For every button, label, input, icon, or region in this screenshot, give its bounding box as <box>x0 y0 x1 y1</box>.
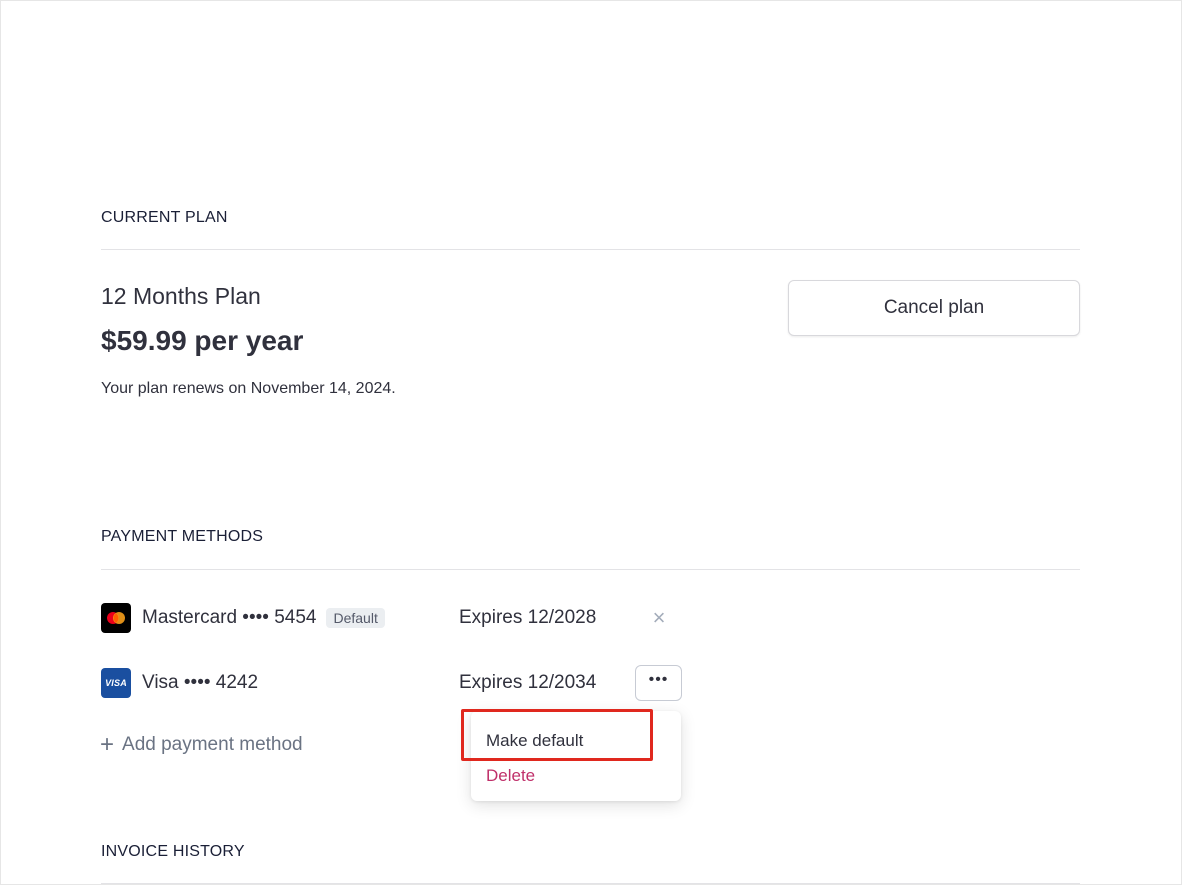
plus-icon: + <box>100 731 115 758</box>
make-default-menu-item[interactable]: Make default <box>486 731 583 751</box>
default-badge: Default <box>326 608 385 628</box>
invoice-history-heading: INVOICE HISTORY <box>101 843 245 860</box>
card-actions-menu: Make default Delete <box>471 711 681 801</box>
cancel-plan-button[interactable]: Cancel plan <box>788 280 1080 336</box>
card-expiry: Expires 12/2034 <box>459 672 597 693</box>
add-payment-method-label: Add payment method <box>122 734 303 755</box>
payment-method-row: VISA Visa •••• 4242 <box>101 668 258 698</box>
payment-methods-heading: PAYMENT METHODS <box>101 528 264 545</box>
payment-method-row: Mastercard •••• 5454 Default <box>101 603 385 633</box>
plan-price: $59.99 per year <box>101 325 304 356</box>
visa-icon: VISA <box>101 668 131 698</box>
invoice-history-divider <box>101 883 1080 884</box>
payment-methods-divider <box>101 569 1080 570</box>
close-icon[interactable]: × <box>649 605 669 631</box>
more-options-button[interactable]: ••• <box>635 665 682 701</box>
card-label: Visa •••• 4242 <box>142 672 259 693</box>
mastercard-icon <box>101 603 131 633</box>
plan-renewal-text: Your plan renews on November 14, 2024. <box>101 380 396 397</box>
plan-name: 12 Months Plan <box>101 283 261 309</box>
more-icon: ••• <box>648 671 669 688</box>
card-label: Mastercard •••• 5454 <box>142 607 317 628</box>
current-plan-divider <box>101 249 1080 250</box>
delete-menu-item[interactable]: Delete <box>486 766 535 786</box>
add-payment-method-button[interactable]: + Add payment method <box>100 733 303 757</box>
current-plan-heading: CURRENT PLAN <box>101 209 228 226</box>
card-expiry: Expires 12/2028 <box>459 607 597 628</box>
